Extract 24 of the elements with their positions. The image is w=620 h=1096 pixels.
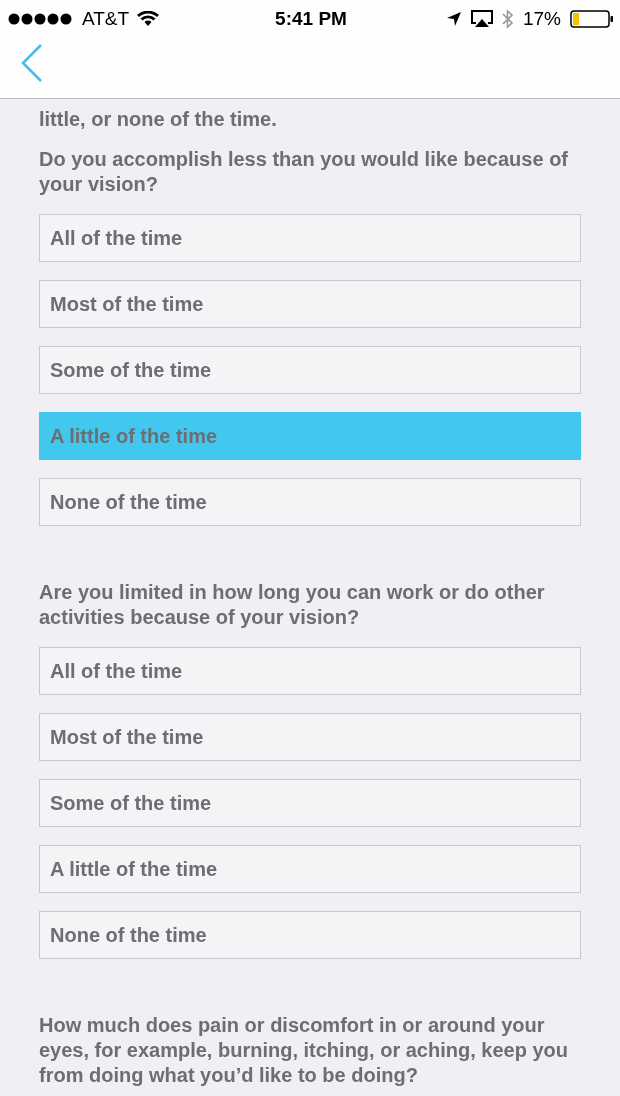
- clock: 5:41 PM: [275, 8, 347, 30]
- answer-option[interactable]: None of the time: [39, 478, 581, 526]
- answer-option[interactable]: All of the time: [39, 214, 581, 262]
- question: How much does pain or discomfort in or around your eyes, for example, burning, itching, or aching, keep you from doing what you’d like to be doing?: [39, 1013, 569, 1088]
- wifi-icon: [137, 11, 160, 27]
- answer-option[interactable]: A little of the time: [39, 845, 581, 893]
- battery-icon: [570, 9, 614, 29]
- question: Do you accomplish less than you would like because of your vision?: [39, 147, 569, 197]
- answer-option[interactable]: Most of the time: [39, 713, 581, 761]
- bluetooth-icon: [501, 9, 514, 29]
- answer-option[interactable]: Some of the time: [39, 779, 581, 827]
- answer-option[interactable]: None of the time: [39, 911, 581, 959]
- instructions: little, or none of the time.: [39, 107, 278, 132]
- airplay-icon: [470, 10, 493, 28]
- signal-icon: [8, 13, 74, 25]
- carrier: AT&T: [82, 8, 130, 30]
- question: Are you limited in how long you can work or do other activities because of your vision?: [39, 580, 546, 630]
- answer-option[interactable]: A little of the time: [39, 412, 581, 460]
- answer-option[interactable]: Some of the time: [39, 346, 581, 394]
- back-icon[interactable]: [21, 44, 43, 82]
- answer-option[interactable]: Most of the time: [39, 280, 581, 328]
- battery-percent: 17%: [522, 8, 561, 30]
- answer-option[interactable]: All of the time: [39, 647, 581, 695]
- location-icon: [445, 11, 462, 27]
